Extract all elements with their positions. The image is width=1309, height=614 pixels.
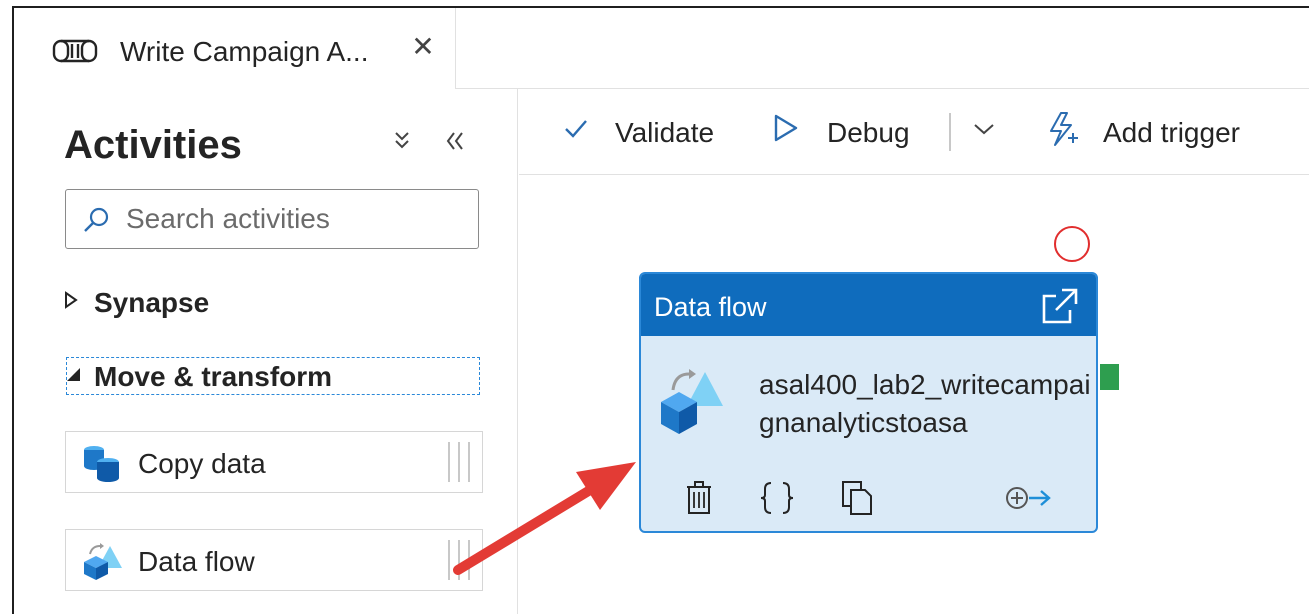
activity-label: Copy data <box>138 448 266 479</box>
node-type-label: Data flow <box>654 292 767 322</box>
delete-icon[interactable] <box>679 478 719 518</box>
play-icon <box>774 114 798 142</box>
activity-label: Data flow <box>138 546 255 577</box>
toolbar-divider <box>949 113 951 151</box>
annotation-arrow-icon <box>453 462 636 575</box>
search-box <box>65 189 479 249</box>
pipeline-icon <box>52 39 98 63</box>
copy-data-icon <box>84 446 119 482</box>
add-trigger-label: Add trigger <box>1103 117 1240 148</box>
hide-panel-icon[interactable] <box>440 127 468 155</box>
category-move-transform[interactable]: Move & transform <box>64 361 332 393</box>
validate-button[interactable]: Validate <box>563 113 733 153</box>
activity-copy-data[interactable]: Copy data <box>65 431 483 493</box>
lightning-icon <box>1050 112 1078 146</box>
chevron-down-icon <box>974 124 994 135</box>
checkmark-icon <box>565 120 587 138</box>
collapse-all-icon[interactable] <box>388 127 416 155</box>
close-icon[interactable]: ✕ <box>408 32 438 62</box>
expand-caret-icon <box>64 291 94 315</box>
tab-title: Write Campaign A... <box>120 36 369 67</box>
add-trigger-button[interactable]: Add trigger <box>1047 112 1277 153</box>
collapse-caret-icon <box>64 365 94 389</box>
add-output-icon[interactable] <box>1003 478 1059 518</box>
clone-icon[interactable] <box>837 478 877 518</box>
debug-label: Debug <box>827 117 910 148</box>
category-synapse[interactable]: Synapse <box>64 287 209 319</box>
open-external-icon[interactable] <box>1040 286 1080 326</box>
code-icon[interactable] <box>757 478 797 518</box>
category-label: Move & transform <box>94 361 333 392</box>
data-flow-icon <box>84 543 122 580</box>
pipeline-toolbar: Validate Debug Add trigger <box>519 89 1309 175</box>
search-input[interactable] <box>126 198 466 240</box>
debug-button[interactable]: Debug <box>773 113 933 153</box>
tab-write-campaign[interactable]: Write Campaign A... ✕ <box>14 8 456 89</box>
data-flow-activity-node[interactable]: Data flow asal400_lab2_writecampaignanal… <box>639 272 1098 533</box>
validate-label: Validate <box>615 117 715 148</box>
debug-options-dropdown[interactable] <box>971 113 1001 153</box>
activity-data-flow[interactable]: Data flow <box>65 529 483 591</box>
failure-port-icon[interactable] <box>1054 226 1090 262</box>
panel-title: Activities <box>64 123 242 167</box>
node-header: Data flow <box>641 274 1096 336</box>
category-label: Synapse <box>94 287 210 318</box>
data-flow-icon <box>661 369 723 434</box>
search-icon <box>84 207 109 232</box>
node-name: asal400_lab2_writecampaignanalyticstoasa <box>759 369 1091 438</box>
success-port[interactable] <box>1100 364 1119 390</box>
